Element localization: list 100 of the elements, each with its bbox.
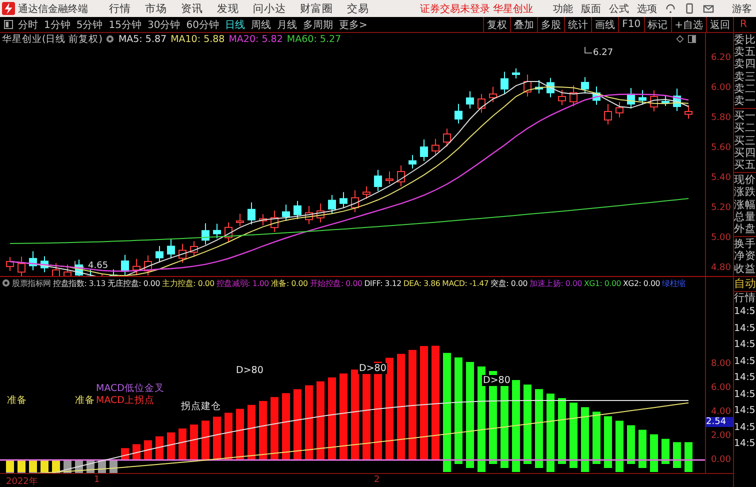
candlestick [374, 169, 382, 192]
menu-item[interactable]: 版面 [581, 2, 602, 16]
candlestick [592, 86, 600, 106]
indicator-bar [132, 444, 140, 460]
phone-icon[interactable] [684, 3, 696, 14]
indicator-bar [581, 407, 589, 472]
app-title: 通达信金融终端 [18, 2, 88, 16]
panel-label[interactable]: R [734, 19, 747, 30]
period-tab[interactable]: 分时 [18, 18, 38, 32]
window-icon[interactable] [688, 35, 696, 43]
trade-time: 14:5 [734, 354, 756, 369]
moving-average-value: MA60: 5.27 [286, 34, 342, 44]
period-tab[interactable]: 多周期 [302, 18, 333, 32]
settings-icon[interactable] [106, 35, 114, 43]
menu-item[interactable]: 选项 [637, 2, 658, 16]
candlestick [18, 256, 26, 276]
quote-label: 买一 [734, 110, 756, 122]
period-tab[interactable]: 1分钟 [44, 18, 70, 32]
candlestick [500, 71, 508, 94]
indicator-bar [213, 416, 221, 460]
menu-item[interactable]: 资讯 [181, 2, 203, 16]
menu-item[interactable]: 交易 [347, 2, 369, 16]
quote-label: 卖五 [734, 46, 756, 58]
candlestick [362, 186, 370, 200]
candlestick [236, 213, 244, 227]
indicator-bar [570, 402, 578, 468]
period-tab[interactable]: 日线 [224, 18, 245, 32]
panel-toggle-icon[interactable] [4, 20, 13, 29]
indicator-bar [684, 442, 692, 472]
headset-icon[interactable] [665, 3, 676, 14]
menu-item[interactable]: 行情 [109, 2, 131, 16]
candlestick [167, 238, 175, 259]
trade-time: 14:5 [734, 420, 756, 435]
candlestick [52, 262, 60, 276]
settings-icon[interactable] [2, 279, 10, 287]
quote-label: 卖一 [734, 95, 756, 108]
quote-label: 买二 [734, 122, 756, 135]
diamond-icon[interactable] [676, 35, 684, 43]
menu-item[interactable]: 市场 [145, 2, 167, 16]
high-price-label: 6.27 [593, 48, 614, 58]
candlestick [535, 80, 543, 94]
moving-average-value: MA10: 5.88 [170, 34, 225, 44]
indicator-bar [662, 438, 670, 464]
menu-item[interactable]: 功能 [553, 2, 574, 16]
quote-label: 行情 [734, 292, 756, 304]
quote-label: 买四 [734, 146, 756, 160]
chart-annotation: 准备 [74, 395, 96, 406]
app-logo-icon [2, 2, 15, 15]
chart-annotation: MACD低位金叉 [95, 383, 166, 394]
candlestick [627, 88, 635, 109]
candlestick [443, 128, 451, 148]
candlestick [190, 240, 198, 258]
candlestick [546, 77, 554, 98]
candlestick [340, 192, 348, 208]
user-label[interactable]: 游客 [732, 2, 752, 16]
quote-label: 卖二 [734, 82, 756, 95]
quote-label: 外盘 [734, 223, 756, 236]
trade-time: 14:5 [734, 388, 756, 402]
mail-icon[interactable] [703, 3, 714, 14]
axis-label: 6.20 [710, 53, 731, 63]
login-notice[interactable]: 证券交易未登录 华星创业 [420, 2, 534, 16]
quote-label: 卖四 [734, 58, 756, 71]
menu-item[interactable]: 问小达 [253, 2, 286, 16]
menu-item[interactable]: 发现 [217, 2, 239, 16]
quote-label: 总量 [734, 210, 756, 224]
menu-item[interactable]: 公式 [609, 2, 630, 16]
auto-label[interactable]: 自动 [734, 276, 756, 292]
indicator-bar [236, 408, 244, 460]
axis-label: 8.00 [710, 359, 731, 369]
axis-label: 4.80 [710, 263, 731, 273]
indicator-bar [627, 425, 635, 464]
period-tab[interactable]: 5分钟 [76, 18, 103, 32]
quote-label: 卖三 [734, 70, 756, 83]
candlestick [144, 254, 152, 276]
candlestick [132, 258, 140, 275]
quote-label: 委比 [734, 34, 756, 46]
toolbar-button[interactable]: +自选 [670, 17, 706, 32]
period-tab[interactable]: 更多> [338, 18, 368, 32]
candlestick [110, 268, 118, 276]
indicator-bar [604, 416, 612, 468]
candlestick [684, 104, 692, 120]
quote-label: 现价 [734, 174, 756, 186]
menu-item[interactable]: 财富圈 [300, 2, 333, 16]
indicator-bar [202, 420, 210, 460]
moving-average-value: MA20: 5.82 [228, 34, 283, 44]
candlestick [259, 214, 267, 226]
period-tab[interactable]: 60分钟 [186, 18, 219, 32]
axis-label: 5.60 [710, 143, 731, 153]
indicator-bar [638, 430, 646, 468]
period-tab[interactable]: 周线 [250, 18, 271, 32]
axis-label: 2022年 [6, 476, 38, 487]
indicator-bar [650, 434, 658, 472]
period-tab[interactable]: 30分钟 [147, 18, 180, 32]
candlestick [29, 250, 37, 271]
period-tab[interactable]: 15分钟 [108, 18, 142, 32]
quote-label: 净资 [734, 250, 756, 263]
candlestick [466, 90, 474, 109]
trade-time: 14:5 [734, 371, 756, 386]
chart-annotation: D>80 [235, 365, 264, 376]
period-tab[interactable]: 月线 [276, 18, 297, 32]
